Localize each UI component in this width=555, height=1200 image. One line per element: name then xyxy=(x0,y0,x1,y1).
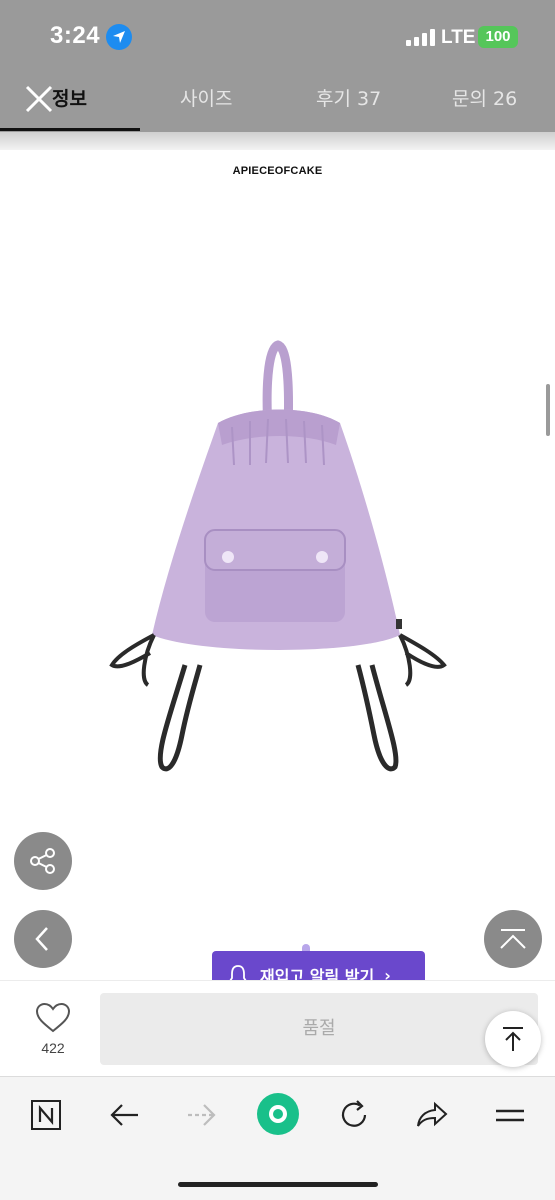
product-tabs: 정보 사이즈 후기 37 문의 26 xyxy=(0,72,555,132)
like-button[interactable] xyxy=(30,1002,76,1038)
scroll-top-icon xyxy=(503,1027,523,1051)
green-home-icon[interactable] xyxy=(256,1092,300,1136)
share-arrow-icon[interactable] xyxy=(412,1095,452,1135)
heart-icon xyxy=(35,1002,71,1033)
forward-arrow-icon[interactable] xyxy=(182,1095,222,1135)
brand-name: APIECEOFCAKE xyxy=(232,165,323,177)
scroll-indicator[interactable] xyxy=(546,384,550,436)
chevron-up-icon xyxy=(500,929,526,949)
tab-inquiries[interactable]: 문의 26 xyxy=(452,84,517,111)
scroll-to-top-button[interactable] xyxy=(485,1011,541,1067)
home-indicator xyxy=(178,1182,378,1187)
like-count: 422 xyxy=(41,1040,65,1056)
status-time: 3:24 xyxy=(50,22,101,49)
tab-info[interactable]: 정보 xyxy=(52,84,87,111)
chevron-left-icon xyxy=(35,927,48,951)
product-image[interactable] xyxy=(100,335,460,785)
close-icon[interactable] xyxy=(24,84,54,114)
previous-button[interactable] xyxy=(14,910,72,968)
collapse-button[interactable] xyxy=(484,910,542,968)
naver-n-icon[interactable] xyxy=(26,1095,66,1135)
back-arrow-icon[interactable] xyxy=(104,1095,144,1135)
tabs-divider xyxy=(0,132,555,150)
tab-reviews[interactable]: 후기 37 xyxy=(316,84,381,111)
soldout-button[interactable]: 품절 xyxy=(100,993,538,1065)
share-icon xyxy=(30,848,55,874)
network-label: LTE xyxy=(441,27,476,48)
location-icon xyxy=(106,24,132,50)
refresh-icon[interactable] xyxy=(334,1095,374,1135)
share-button[interactable] xyxy=(14,832,72,890)
status-bar: 3:24 LTE 100 xyxy=(0,0,555,72)
menu-icon[interactable] xyxy=(490,1095,530,1135)
signal-icon xyxy=(406,28,435,46)
active-tab-indicator xyxy=(0,128,140,131)
battery-icon: 100 xyxy=(478,26,518,48)
tab-size[interactable]: 사이즈 xyxy=(180,84,232,111)
